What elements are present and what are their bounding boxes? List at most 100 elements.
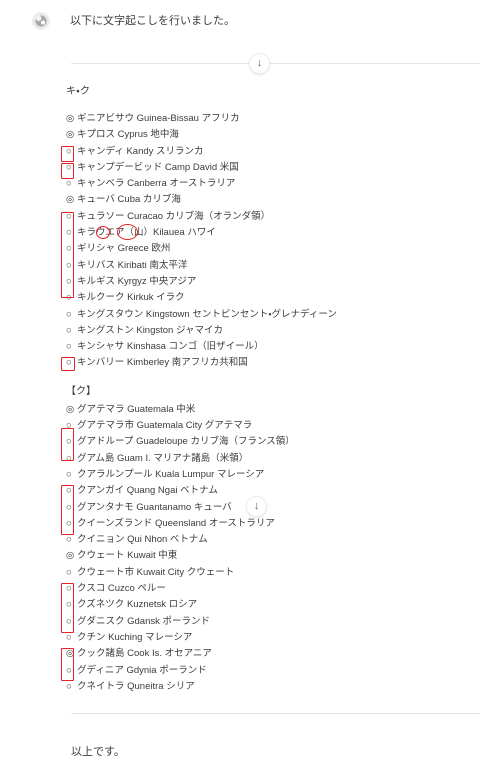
entry-label: クアンガイ Quang Ngai ベトナム [77,485,218,497]
entry-marker-icon: ○ [66,145,72,157]
entry-label: キングスタウン Kingstown セントビンセント・グレナディーン [77,308,337,320]
entry-marker-icon: ○ [66,631,72,643]
entry-label: クウェート市 Kuwait City クウェート [77,566,235,578]
entry-marker-icon: ○ [66,599,72,611]
list-item: ○ グアンタナモ Guantanamo キューバ [66,500,486,516]
entry-label: キャンディ Kandy スリランカ [77,145,204,157]
entry-marker-icon: ○ [66,468,72,480]
entry-marker-icon: ○ [66,566,72,578]
entry-marker-icon: ◎ [66,648,75,660]
entry-label: キラウエア（山）Kilauea ハワイ [77,227,216,239]
entry-marker-icon: ○ [66,517,72,529]
entry-label: グダニスク Gdansk ポーランド [77,615,211,627]
entry-label: クイニョン Qui Nhon ベトナム [77,534,208,546]
list-item: ○ キルクーク Kirkuk イラク [66,290,486,306]
entry-marker-icon: ○ [66,420,72,432]
entry-label: クック諸島 Cook Is. オセアニア [77,648,212,660]
list-item: ◎ クック諸島 Cook Is. オセアニア [66,646,486,662]
entry-marker-icon: ○ [66,259,72,271]
entry-marker-icon: ○ [66,341,72,353]
entry-marker-icon: ◎ [66,113,75,124]
entry-marker-icon: ○ [66,275,72,287]
list-item: ○ グアテマラ市 Guatemala City グアテマラ [66,418,486,434]
assistant-message-row: 以下に文字起こしを行いました。 [0,13,500,29]
entry-label: キルクーク Kirkuk イラク [77,292,185,304]
section-title: キ・ク [66,86,91,97]
list-item: ○ キリバス Kiribati 南太平洋 [66,258,486,274]
entry-marker-icon: ◎ [66,129,75,141]
entry-marker-icon: ◎ [66,194,75,206]
entry-label: ギニアビサウ Guinea-Bissau アフリカ [77,113,240,124]
entry-label: グアドループ Guadeloupe カリブ海（フランス領） [77,436,295,448]
entry-label: クウェート Kuwait 中東 [77,550,178,562]
intro-text: 以下に文字起こしを行いました。 [70,15,235,27]
entry-label: クアラルンプール Kuala Lumpur マレーシア [77,468,265,480]
entry-marker-icon: ○ [66,324,72,336]
transcription-body: キ・ク ◎ ギニアビサウ Guinea-Bissau アフリカ ◎ キプロス Cypr… [66,85,486,695]
entry-label: ギリシャ Greece 欧州 [77,243,171,255]
entry-label: クイーンズランド Queensland オーストラリア [77,517,275,529]
list-item: ○ キルギス Kyrgyz 中央アジア [66,274,486,290]
entry-marker-icon: ◎ [66,550,75,562]
entry-label: キンバリー Kimberley 南アフリカ共和国 [77,357,248,369]
list-item: ○ グディニア Gdynia ポーランド [66,663,486,679]
divider-top [71,63,480,64]
entry-marker-icon: ○ [66,534,72,546]
entry-marker-icon: ○ [66,357,72,369]
list-item: ○ キンバリー Kimberley 南アフリカ共和国 [66,355,486,371]
list-item: ○ クズネツク Kuznetsk ロシア [66,597,486,613]
entry-label: クズネツク Kuznetsk ロシア [77,599,198,611]
entry-marker-icon: ○ [66,243,72,255]
list-item: ○ クアラルンプール Kuala Lumpur マレーシア [66,467,486,483]
entry-marker-icon: ○ [66,583,72,595]
entry-label: キングストン Kingston ジャマイカ [77,324,223,336]
list-item: ○ クイーンズランド Queensland オーストラリア [66,516,486,532]
list-item: ○ キングスタウン Kingstown セントビンセント・グレナディーン [66,307,486,323]
list-item: ○ キャンプデービッド Camp David 米国 [66,160,486,176]
entry-marker-icon: ○ [66,664,72,676]
scroll-down-button-top[interactable]: ↓ [249,53,270,74]
list-item: ○ グダニスク Gdansk ポーランド [66,614,486,630]
entry-label: キャンプデービッド Camp David 米国 [77,161,239,173]
list-item: ○ クアンガイ Quang Ngai ベトナム [66,483,486,499]
entry-marker-icon: ○ [66,615,72,627]
closing-text: 以上です。 [71,746,125,758]
entry-label: キャンベラ Canberra オーストラリア [77,178,236,190]
entry-list-ku: ◎ グアテマラ Guatemala 中米 ○ グアテマラ市 Guatemala Cit… [66,402,486,695]
entry-label: キューバ Cuba カリブ海 [77,194,181,206]
divider-bottom [71,713,480,714]
list-item: ○ クスコ Cuzco ペルー [66,581,486,597]
group-title-ku: 【ク】 [66,385,96,397]
entry-marker-icon: ○ [66,680,72,692]
entry-label: グディニア Gdynia ポーランド [77,664,207,676]
entry-label: グアテマラ市 Guatemala City グアテマラ [77,420,253,432]
entry-marker-icon: ○ [66,210,72,222]
list-item: ○ クウェート市 Kuwait City クウェート [66,565,486,581]
list-item: ○ クイニョン Qui Nhon ベトナム [66,532,486,548]
entry-label: クネイトラ Quneitra シリア [77,680,195,692]
list-item: ○ ギリシャ Greece 欧州 [66,241,486,257]
list-item: ◎ キューバ Cuba カリブ海 [66,192,486,208]
list-item: ○ キングストン Kingston ジャマイカ [66,323,486,339]
entry-label: キプロス Cyprus 地中海 [77,129,179,141]
list-item: ○ キュラソー Curacao カリブ海（オランダ領） [66,209,486,225]
assistant-avatar-icon [33,13,49,29]
entry-label: グアム島 Guam I. マリアナ諸島（米領） [77,452,249,464]
list-item: ◎ グアテマラ Guatemala 中米 [66,402,486,418]
entry-label: キリバス Kiribati 南太平洋 [77,259,188,271]
entry-marker-icon: ○ [66,161,72,173]
list-item: ○ キャンディ Kandy スリランカ [66,144,486,160]
entry-marker-icon: ○ [66,178,72,190]
entry-label: グアテマラ Guatemala 中米 [77,403,196,415]
entry-marker-icon: ○ [66,452,72,464]
entry-label: キュラソー Curacao カリブ海（オランダ領） [77,210,271,222]
entry-marker-icon: ○ [66,436,72,448]
entry-label: グアンタナモ Guantanamo キューバ [77,501,232,513]
entry-marker-icon: ○ [66,308,72,320]
entry-marker-icon: ○ [66,501,72,513]
entry-label: クスコ Cuzco ペルー [77,583,166,595]
list-item: ○ クネイトラ Quneitra シリア [66,679,486,695]
entry-list-ki: ◎ ギニアビサウ Guinea-Bissau アフリカ ◎ キプロス Cyprus 地… [66,111,486,372]
list-item: ○ キャンベラ Canberra オーストラリア [66,176,486,192]
